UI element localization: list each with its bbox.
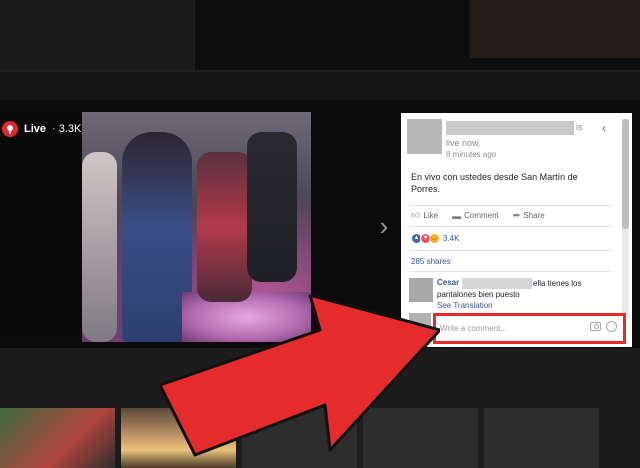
comment-input[interactable] (440, 321, 590, 335)
is-live-suffix: is (576, 122, 583, 132)
like-label: Like (423, 211, 439, 220)
video-left-margin (0, 112, 82, 342)
video-thumbnail[interactable] (484, 408, 599, 468)
reactions-summary[interactable]: ▲ ♥ ◡ 3.4K (411, 233, 459, 244)
haha-reaction-icon: ◡ (429, 233, 440, 244)
live-status: live now. (446, 138, 481, 148)
page-name-redacted[interactable] (446, 121, 574, 135)
post-actions: 👍︎ Like ▬ Comment ➦ Share (411, 210, 545, 221)
see-translation-link[interactable]: See Translation (437, 301, 493, 310)
live-label: Live (24, 123, 47, 135)
emoji-icon[interactable] (606, 321, 617, 332)
commenter-surname-redacted[interactable] (462, 278, 532, 289)
commenter-name[interactable]: Cesar (437, 278, 459, 287)
top-divider (0, 70, 640, 72)
post-text: En vivo con ustedes desde San Martín de … (411, 172, 578, 194)
collapse-chevron-icon[interactable]: ‹ (597, 121, 611, 135)
divider (409, 250, 611, 251)
next-chevron-icon[interactable]: › (375, 213, 393, 239)
video-figure (247, 132, 297, 282)
divider (409, 205, 611, 206)
shares-link[interactable]: 285 shares (411, 257, 451, 266)
comment-box-highlight (433, 313, 626, 344)
reaction-count: 3.4K (443, 234, 460, 243)
video-thumbnail[interactable] (0, 408, 115, 468)
video-figure (82, 152, 117, 342)
top-right-background (470, 0, 640, 58)
comment-bubble-icon: ▬ (452, 210, 462, 221)
camera-icon[interactable] (590, 322, 601, 331)
scrollbar-thumb[interactable] (622, 119, 629, 229)
share-label: Share (523, 211, 545, 220)
share-arrow-icon: ➦ (512, 210, 521, 220)
divider (409, 226, 611, 227)
arrow-shape (160, 295, 440, 457)
thumbs-up-icon: 👍︎ (411, 210, 421, 220)
video-figure (197, 152, 252, 302)
comment-text-continued: pantalones bien puesto (437, 290, 520, 299)
comment-label: Comment (464, 211, 499, 220)
top-left-background (0, 0, 195, 70)
post-timestamp[interactable]: 8 minutes ago (446, 150, 496, 159)
divider (409, 271, 611, 272)
like-button[interactable]: 👍︎ Like (411, 210, 438, 221)
share-button[interactable]: ➦ Share (513, 210, 545, 221)
comment-text: ella tienes los (533, 279, 582, 288)
top-background (0, 0, 640, 72)
page-avatar[interactable] (407, 119, 442, 154)
live-broadcast-icon (2, 121, 18, 137)
comment-button[interactable]: ▬ Comment (452, 210, 499, 221)
annotation-arrow-icon (160, 295, 440, 457)
